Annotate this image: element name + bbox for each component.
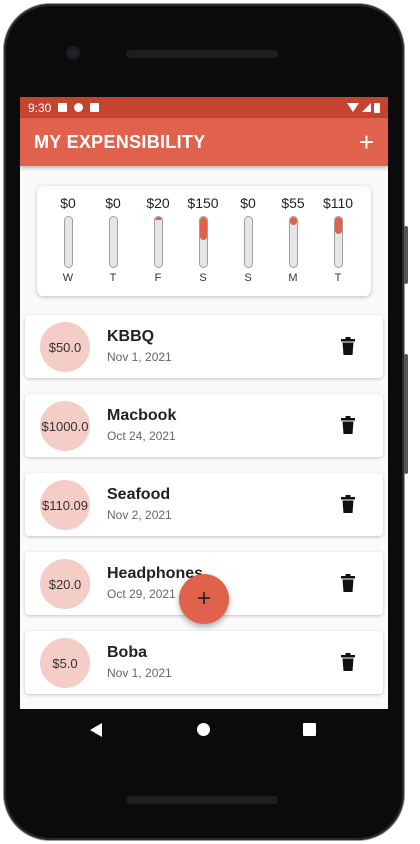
chart-bar-track <box>333 216 343 268</box>
chart-bar-fill <box>334 217 342 234</box>
chart-bar-track <box>108 216 118 268</box>
chart-bar-amount: $20 <box>146 195 170 211</box>
delete-trash-icon[interactable] <box>341 495 355 513</box>
expense-title: Macbook <box>107 407 177 424</box>
expense-amount: $1000.0 <box>40 401 90 451</box>
chart-day-label: T <box>334 272 342 284</box>
expense-item[interactable]: $50.0 KBBQ Nov 1, 2021 <box>25 315 383 378</box>
chart-day-label: S <box>244 272 252 284</box>
expense-date: Oct 29, 2021 <box>107 587 176 601</box>
chart-bar-fill <box>289 217 297 225</box>
chart-bar-amount: $55 <box>281 195 305 211</box>
expense-item[interactable]: $1000.0 Macbook Oct 24, 2021 <box>25 394 383 457</box>
expense-title: Seafood <box>107 486 171 503</box>
back-icon[interactable] <box>90 723 102 737</box>
front-camera <box>66 46 80 60</box>
chart-bar-amount: $0 <box>105 195 121 211</box>
expense-title: KBBQ <box>107 328 155 345</box>
settings-gear-icon <box>74 103 84 112</box>
volume-button <box>404 226 408 284</box>
add-expense-button[interactable]: + <box>359 129 374 155</box>
chart-bar-column: $0 W <box>48 194 88 284</box>
chart-bar-column: $20 F <box>138 194 178 284</box>
expense-date: Nov 1, 2021 <box>107 350 172 364</box>
expense-amount: $50.0 <box>40 322 90 372</box>
status-bar: 9:30 <box>20 97 388 118</box>
chart-bar-amount: $0 <box>240 195 256 211</box>
chart-bar-column: $0 S <box>228 194 268 284</box>
expense-date: Nov 2, 2021 <box>107 508 172 522</box>
chart-bar-fill <box>154 217 162 220</box>
chart-bar-track <box>63 216 73 268</box>
home-icon[interactable] <box>197 723 210 736</box>
power-button <box>404 354 408 474</box>
sd-card-icon <box>90 103 100 112</box>
chart-bar-track <box>288 216 298 268</box>
notification-icon <box>58 103 68 112</box>
chart-bar-amount: $110 <box>322 195 354 211</box>
wifi-icon <box>347 103 359 112</box>
app-screen: 9:30 MY EXPENSIBILITY + $0 W $0 T $20 F $150 S $… <box>20 97 388 709</box>
chart-day-label: W <box>62 272 74 284</box>
recent-apps-icon[interactable] <box>303 723 316 736</box>
chart-day-label: F <box>154 272 162 284</box>
expense-date: Oct 24, 2021 <box>107 429 176 443</box>
expense-title: Boba <box>107 644 147 661</box>
battery-icon <box>374 102 380 113</box>
app-title: MY EXPENSIBILITY <box>34 131 206 152</box>
add-expense-fab[interactable]: + <box>179 574 229 624</box>
screen-body: $0 W $0 T $20 F $150 S $0 S $55 M $110 T $50.0 KBBQ Nov… <box>20 166 388 709</box>
top-speaker <box>126 50 278 58</box>
app-bar: MY EXPENSIBILITY + <box>20 118 388 166</box>
weekly-chart: $0 W $0 T $20 F $150 S $0 S $55 M $110 T <box>37 186 371 296</box>
expense-amount: $20.0 <box>40 559 90 609</box>
chart-bar-column: $150 S <box>183 194 223 284</box>
delete-trash-icon[interactable] <box>341 416 355 434</box>
bottom-speaker <box>126 796 278 804</box>
expense-amount: $110.09 <box>40 480 90 530</box>
chart-day-label: M <box>288 272 298 284</box>
chart-bar-track <box>153 216 163 268</box>
expense-amount: $5.0 <box>40 638 90 688</box>
chart-bar-track <box>198 216 208 268</box>
delete-trash-icon[interactable] <box>341 653 355 671</box>
chart-bar-column: $110 T <box>318 194 358 284</box>
chart-bar-fill <box>199 217 207 240</box>
chart-bar-amount: $150 <box>187 195 219 211</box>
expense-date: Nov 1, 2021 <box>107 666 172 680</box>
expense-item[interactable]: $110.09 Seafood Nov 2, 2021 <box>25 473 383 536</box>
delete-trash-icon[interactable] <box>341 337 355 355</box>
status-time: 9:30 <box>28 100 52 115</box>
chart-bar-column: $0 T <box>93 194 133 284</box>
signal-icon <box>362 103 371 112</box>
expense-item[interactable]: $5.0 Boba Nov 1, 2021 <box>25 631 383 694</box>
chart-bar-amount: $0 <box>60 195 76 211</box>
system-nav-bar <box>20 709 388 751</box>
delete-trash-icon[interactable] <box>341 574 355 592</box>
chart-day-label: T <box>109 272 117 284</box>
chart-bar-column: $55 M <box>273 194 313 284</box>
chart-day-label: S <box>199 272 207 284</box>
chart-bar-track <box>243 216 253 268</box>
